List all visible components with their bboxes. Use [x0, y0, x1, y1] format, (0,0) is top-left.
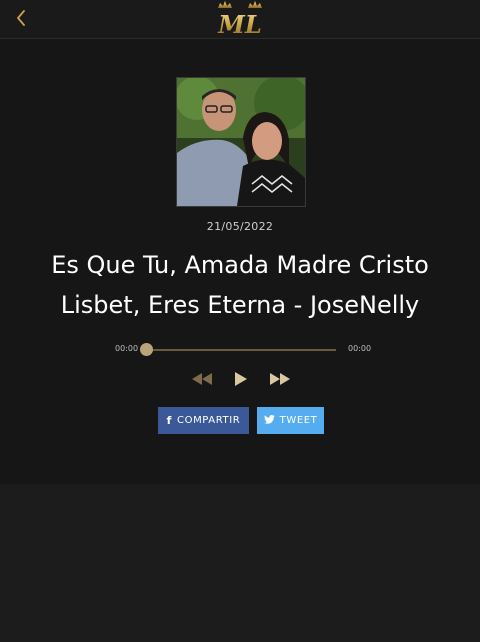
- chevron-left-icon: [17, 10, 25, 26]
- rewind-icon: [192, 373, 212, 385]
- duration-time: 00:00: [348, 344, 372, 353]
- fast-forward-icon: [270, 373, 290, 385]
- current-time: 00:00: [115, 344, 139, 353]
- play-button[interactable]: [230, 368, 252, 390]
- twitter-share-button[interactable]: TWEET: [257, 407, 324, 434]
- song-date: 21/05/2022: [206, 220, 274, 233]
- crown-icon: [218, 1, 232, 8]
- back-button[interactable]: [10, 6, 32, 30]
- rewind-button[interactable]: [190, 368, 214, 390]
- progress-bar[interactable]: [146, 349, 336, 351]
- song-title: Es Que Tu, Amada Madre Cristo Lisbet, Er…: [51, 251, 429, 319]
- twitter-icon: [263, 414, 275, 427]
- play-icon: [235, 372, 247, 386]
- song-cover-photo: [176, 77, 306, 207]
- logo-text: ML: [217, 10, 261, 38]
- facebook-share-label: COMPARTIR: [177, 415, 241, 426]
- top-bar: ML: [0, 0, 480, 39]
- progress-handle[interactable]: [139, 343, 153, 356]
- fast-forward-button[interactable]: [268, 368, 292, 390]
- twitter-share-label: TWEET: [279, 415, 318, 426]
- crown-icon: [248, 1, 262, 8]
- facebook-icon: f: [166, 414, 173, 427]
- facebook-share-button[interactable]: f COMPARTIR: [158, 407, 249, 434]
- brand-logo: ML: [210, 0, 270, 39]
